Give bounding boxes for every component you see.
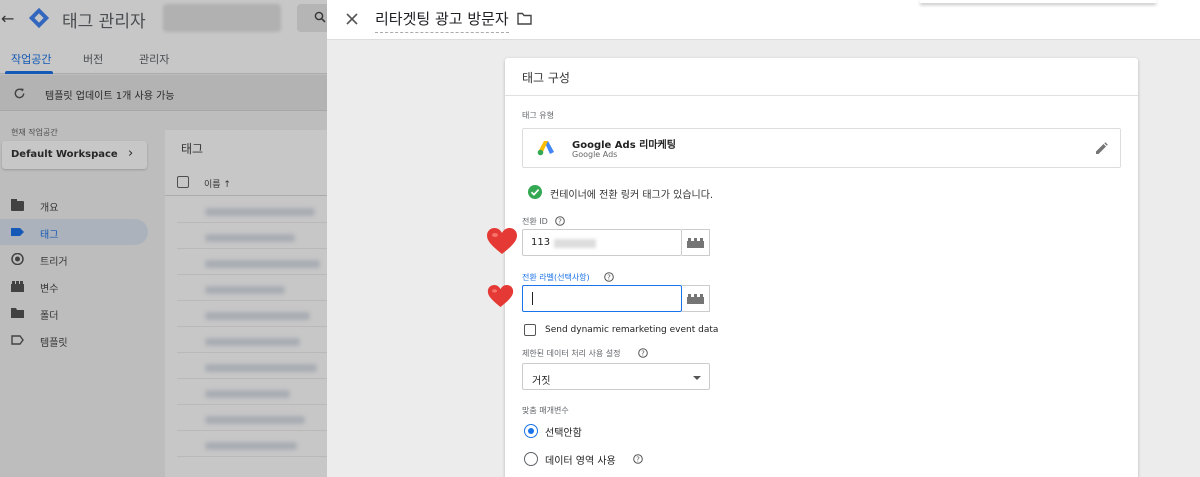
dynamic-remarketing-checkbox[interactable] — [524, 324, 536, 336]
tag-type-name: Google Ads 리마케팅 — [572, 140, 676, 151]
pencil-icon[interactable] — [1095, 142, 1108, 155]
conversion-id-input[interactable]: 113 — [522, 229, 682, 256]
svg-text:?: ? — [641, 350, 645, 358]
folder-icon[interactable] — [517, 12, 532, 25]
custom-params-label: 맞춤 매개변수 — [522, 406, 569, 415]
svg-text:?: ? — [607, 274, 611, 282]
help-icon[interactable]: ? — [555, 216, 565, 226]
sheet-header: 리타겟팅 광고 방문자 — [327, 0, 1200, 40]
tag-type-label: 태그 유형 — [522, 111, 554, 120]
caret-down-icon — [693, 376, 701, 380]
svg-text:?: ? — [636, 456, 640, 464]
modal-backdrop[interactable] — [0, 0, 330, 477]
radio-data-layer[interactable] — [524, 452, 538, 466]
svg-text:?: ? — [558, 218, 562, 226]
conversion-linker-message: 컨테이너에 전환 링커 태그가 있습니다. — [550, 190, 714, 201]
restricted-data-value: 거짓 — [532, 376, 551, 387]
variable-picker-button[interactable] — [682, 285, 710, 312]
heart-annotation-icon — [487, 285, 514, 307]
conversion-id-label: 전환 ID — [522, 217, 548, 226]
conversion-id-value: 113 — [531, 237, 551, 248]
variable-picker-button[interactable] — [682, 229, 710, 256]
tag-editor-sheet: 리타겟팅 광고 방문자 태그 구성 태그 유형 Google Ads 리마케팅 … — [327, 0, 1200, 477]
redacted-value — [554, 239, 596, 248]
help-icon[interactable]: ? — [633, 454, 643, 464]
tag-type-vendor: Google Ads — [572, 150, 618, 159]
restricted-data-label: 제한된 데이터 처리 사용 설정 — [522, 349, 621, 358]
tag-config-card: 태그 구성 태그 유형 Google Ads 리마케팅 Google Ads 컨… — [505, 58, 1138, 477]
radio-none-label[interactable]: 선택안함 — [545, 424, 582, 439]
restricted-data-select[interactable]: 거짓 — [522, 363, 710, 390]
help-icon[interactable]: ? — [604, 272, 614, 282]
text-caret — [532, 292, 533, 305]
tag-name-input[interactable]: 리타겟팅 광고 방문자 — [375, 8, 509, 33]
google-ads-logo-icon — [537, 141, 554, 156]
tag-type-selector[interactable]: Google Ads 리마케팅 Google Ads — [522, 128, 1121, 168]
card-title: 태그 구성 — [522, 71, 570, 85]
radio-none[interactable] — [524, 424, 538, 438]
conversion-label-input[interactable] — [522, 285, 682, 312]
heart-annotation-icon — [487, 228, 517, 254]
card-header: 태그 구성 — [505, 58, 1138, 96]
help-icon[interactable]: ? — [638, 348, 648, 358]
conversion-label-label: 전환 라벨(선택사항) — [522, 273, 590, 282]
dynamic-remarketing-label[interactable]: Send dynamic remarketing event data — [545, 325, 718, 335]
check-circle-icon — [528, 185, 542, 199]
close-icon[interactable] — [345, 12, 359, 26]
variable-icon — [687, 238, 704, 248]
popup-edge — [920, 0, 1156, 3]
variable-icon — [687, 294, 704, 304]
radio-data-layer-label[interactable]: 데이터 영역 사용 — [545, 452, 616, 467]
